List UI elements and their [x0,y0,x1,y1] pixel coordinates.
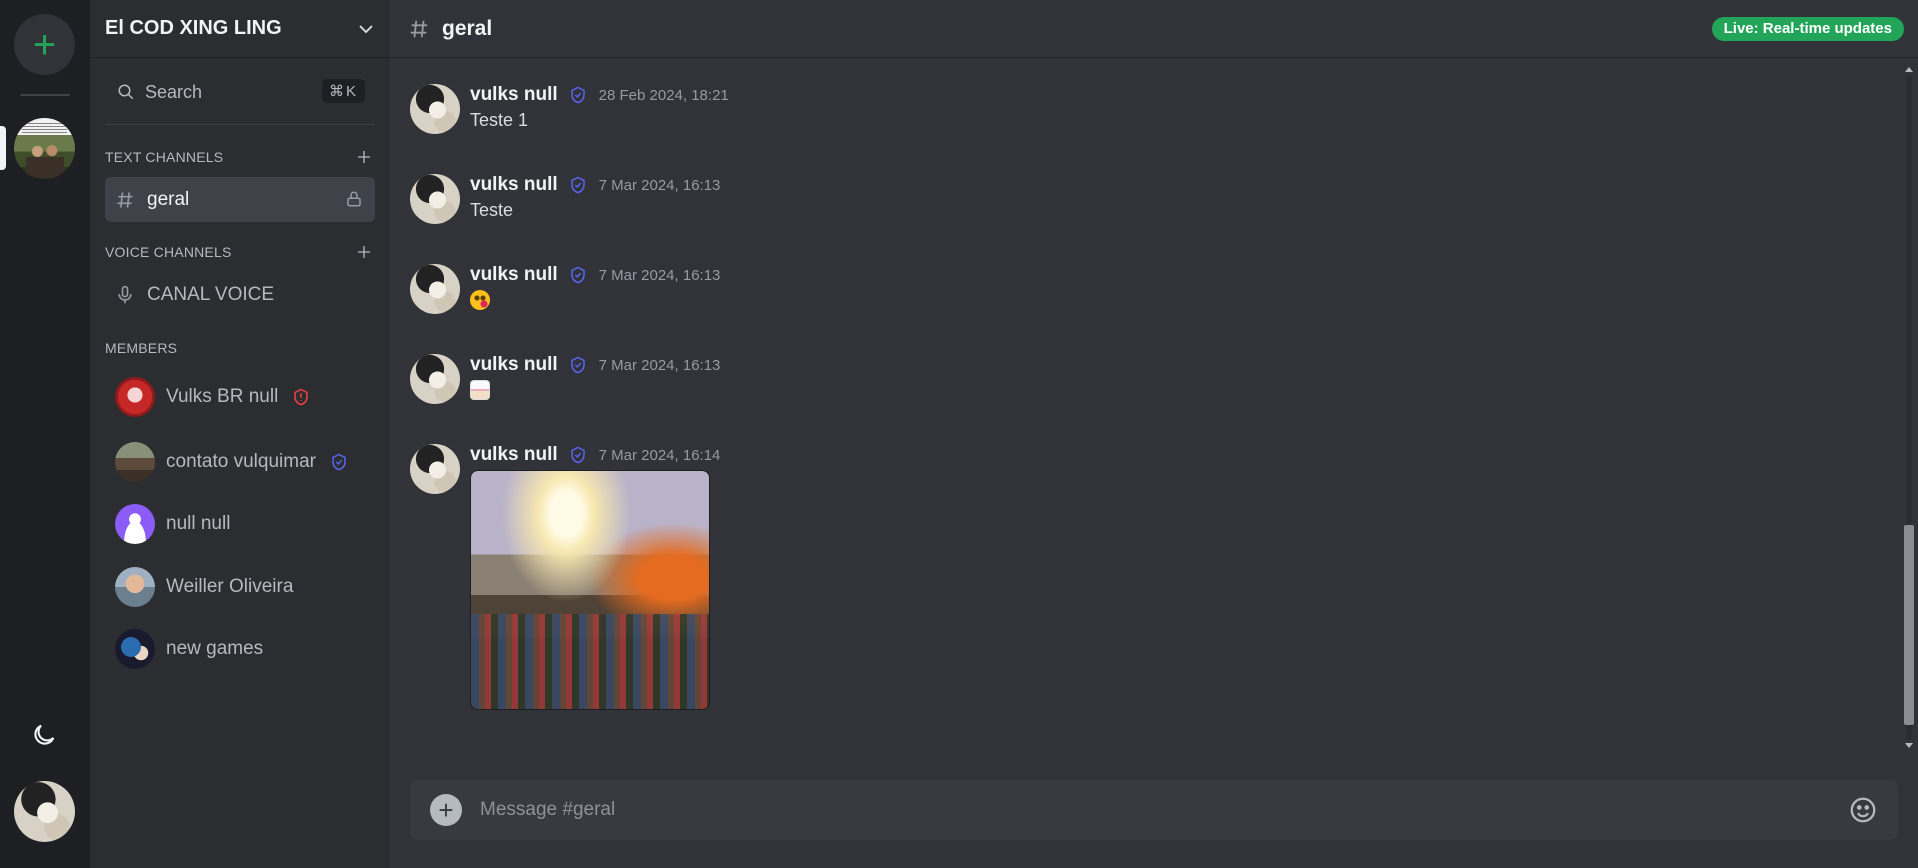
message-composer: + [410,780,1898,840]
avatar[interactable] [410,444,460,494]
member-name: Weiller Oliveira [166,576,294,597]
current-user-avatar[interactable] [14,781,75,842]
hash-icon [410,20,428,37]
microphone-icon [118,285,132,303]
image-attachment[interactable] [470,470,710,710]
message-timestamp: 7 Mar 2024, 16:13 [598,356,721,374]
scrollbar[interactable] [1900,58,1918,758]
scroll-up-icon[interactable] [1905,67,1913,72]
member-name: Vulks BR null [166,386,279,407]
active-server-indicator [0,126,6,170]
text-channels-title: TEXT CHANNELS [105,149,224,165]
channel-header: geral Live: Real-time updates [390,0,1918,58]
avatar[interactable] [410,354,460,404]
cake-emoji-icon [470,380,490,400]
message-timestamp: 7 Mar 2024, 16:13 [598,266,721,284]
verified-shield-icon [570,266,585,284]
live-status-badge: Live: Real-time updates [1711,17,1904,41]
member-item[interactable]: Vulks BR null [115,375,310,419]
message-content [470,380,490,405]
message-content: Teste 1 [470,110,529,130]
hash-icon [117,191,133,208]
message-list: vulks null 28 Feb 2024, 18:21 Teste 1 vu… [390,58,1900,758]
verified-shield-icon [570,176,585,194]
avatar [115,629,155,669]
emoji-picker-icon[interactable] [1848,795,1878,825]
lock-icon [347,191,361,207]
message-author[interactable]: vulks null [470,264,558,286]
admin-shield-icon [294,388,309,406]
message-author[interactable]: vulks null [470,174,558,196]
message-timestamp: 7 Mar 2024, 16:13 [598,176,721,194]
avatar [115,567,155,607]
verified-shield-icon [570,86,585,104]
member-item[interactable]: null null [115,502,230,546]
verified-shield-icon [570,356,585,374]
message-content [470,290,490,315]
chevron-down-icon[interactable] [357,20,375,38]
search-button[interactable]: Search ⌘K [105,72,375,112]
sidebar-divider [105,124,375,125]
message-author[interactable]: vulks null [470,84,558,106]
server-rail: + [0,0,90,868]
moon-icon[interactable] [30,721,58,749]
message-timestamp: 28 Feb 2024, 18:21 [598,86,729,104]
chat-area: geral Live: Real-time updates vulks null… [390,0,1918,868]
member-item[interactable]: new games [115,627,263,671]
channel-name: geral [147,188,190,210]
search-icon [118,84,134,100]
message-timestamp: 7 Mar 2024, 16:14 [598,446,721,464]
add-text-channel-icon[interactable] [356,149,372,165]
member-name: contato vulquimar [166,451,316,472]
voice-channels-title: VOICE CHANNELS [105,244,232,260]
channel-canal-voice[interactable]: CANAL VOICE [105,272,375,317]
member-item[interactable]: contato vulquimar [115,440,348,484]
rail-divider [20,94,70,96]
channel-geral[interactable]: geral [105,177,375,222]
avatar [115,377,155,417]
member-name: new games [166,638,264,659]
server-name: El COD XING LING [105,17,282,39]
scroll-down-icon[interactable] [1905,743,1913,748]
kiss-emoji-icon [470,290,490,310]
search-shortcut: ⌘K [321,79,365,103]
avatar [115,442,155,482]
verified-shield-icon [570,446,585,464]
server-header[interactable]: El COD XING LING [90,0,390,58]
avatar[interactable] [410,84,460,134]
message-content: Teste [470,200,514,220]
channel-title: geral [442,16,493,40]
message-author[interactable]: vulks null [470,444,558,466]
add-voice-channel-icon[interactable] [356,244,372,260]
message-input[interactable] [480,799,1848,821]
avatar[interactable] [410,264,460,314]
channel-sidebar: El COD XING LING Search ⌘K TEXT CHANNELS… [90,0,390,868]
add-server-button[interactable]: + [14,14,75,75]
channel-name: CANAL VOICE [147,283,275,305]
member-item[interactable]: Weiller Oliveira [115,565,293,609]
search-label: Search [145,81,203,102]
members-title: MEMBERS [105,340,178,356]
message-author[interactable]: vulks null [470,354,558,376]
server-icon[interactable] [14,118,75,179]
member-name: null null [166,513,231,534]
scrollbar-thumb[interactable] [1904,525,1914,725]
avatar [115,504,155,544]
add-attachment-button[interactable]: + [430,794,462,826]
avatar[interactable] [410,174,460,224]
verified-shield-icon [332,453,346,471]
